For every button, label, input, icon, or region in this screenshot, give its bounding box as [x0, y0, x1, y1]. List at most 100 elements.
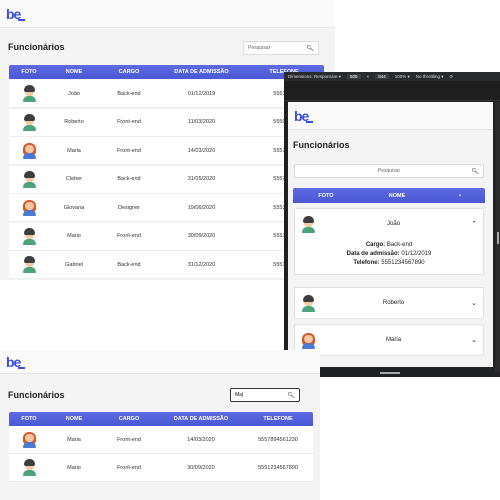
resize-handle-side[interactable] — [497, 232, 499, 244]
table-row[interactable]: JoãoBack-end01/12/20195551234 — [9, 80, 324, 108]
rotate-icon[interactable]: ⟳ — [450, 74, 454, 80]
header-bar: be — [0, 0, 335, 28]
search-value: Ma| — [235, 392, 244, 398]
search-icon: 🔍︎ — [306, 45, 314, 52]
foto-cell — [9, 256, 49, 273]
table-row[interactable]: Maria Front-end 14/03/2020 5557894561230 — [9, 426, 313, 454]
col-header-telefone: TELEFONE — [263, 416, 293, 422]
height-input[interactable]: 844 — [375, 74, 389, 79]
col-header-data: DATA DE ADMISSÃO — [173, 416, 229, 422]
data-cell: 01/12/2019 — [187, 90, 216, 97]
foto-cell — [9, 85, 49, 102]
devtools-responsive-panel: Dimensions: Responsive ▾ 505 × 844 100% … — [284, 72, 500, 377]
chevron-down-icon[interactable]: ⌄ — [471, 299, 477, 307]
cargo-cell: Designer — [117, 204, 140, 211]
cargo-value: Back-end — [386, 242, 413, 248]
table-row[interactable]: Mario Front-end 30/09/2020 5551234567890 — [9, 454, 313, 482]
col-header-cargo: CARGO — [118, 69, 140, 75]
col-header-nome: NOME — [388, 192, 406, 199]
cargo-cell: Back-end — [117, 176, 141, 182]
col-header-data: DATA DE ADMISSÃO — [174, 69, 229, 75]
col-header-foto: FOTO — [318, 192, 334, 199]
cargo-cell: Front-end — [117, 464, 141, 471]
nome-cell: Giovana — [63, 204, 85, 211]
telefone-value: 5551234567890 — [381, 260, 425, 266]
table-row[interactable]: MarioFront-end30/09/20205551234 — [9, 222, 324, 251]
col-header-nome: NOME — [65, 416, 83, 422]
employee-name: João — [387, 221, 401, 227]
table-header: FOTO NOME CARGO DATA DE ADMISSÃO TELEFON… — [9, 65, 324, 79]
nome-cell: Cleber — [65, 176, 83, 182]
search-input[interactable]: Ma| 🔍︎ — [230, 388, 300, 402]
avatar — [301, 332, 316, 349]
dimension-x: × — [366, 74, 370, 79]
employee-card[interactable]: Maria ⌄ — [294, 324, 484, 356]
foto-cell — [9, 113, 49, 131]
data-cell: 30/09/2020 — [187, 464, 215, 471]
nome-cell: Mario — [67, 233, 81, 239]
resize-handle-bottom[interactable] — [380, 372, 400, 374]
cargo-cell: Back-end — [117, 90, 141, 97]
avatar — [301, 294, 316, 312]
width-input[interactable]: 505 — [347, 74, 361, 79]
cargo-cell: Front-end — [117, 233, 141, 239]
nome-cell: Gabriel — [65, 261, 83, 268]
foto-cell — [9, 199, 49, 216]
telefone-cell: 5557894561230 — [258, 436, 298, 443]
data-cell: 31/05/2020 — [187, 176, 216, 182]
telefone-label: Telefone: — [353, 260, 380, 266]
card-header[interactable]: Roberto ⌄ — [295, 288, 483, 318]
avatar — [22, 113, 37, 131]
employee-card-expanded[interactable]: João ⌃ Cargo: Back-end Data de admissão:… — [294, 208, 484, 275]
data-cell: 31/12/2020 — [187, 261, 216, 268]
table-header: FOTO NOME • — [293, 188, 485, 203]
col-header-cargo: CARGO — [118, 416, 140, 422]
col-header-foto: FOTO — [21, 69, 37, 75]
table-header: FOTO NOME CARGO DATA DE ADMISSÃO TELEFON… — [9, 412, 313, 426]
card-header[interactable]: Maria ⌄ — [295, 325, 483, 355]
brand-logo[interactable]: be — [294, 108, 314, 124]
header-bar: be — [288, 102, 493, 130]
nome-cell: Maria — [67, 147, 81, 154]
media-query-ruler — [284, 81, 500, 101]
brand-logo[interactable]: be — [6, 6, 26, 22]
search-input[interactable]: Pesquisar 🔍︎ — [243, 41, 319, 55]
data-cell: 11/03/2020 — [187, 119, 216, 125]
avatar — [22, 256, 37, 273]
table-row[interactable]: RobertoFront-end11/03/20205550032 — [9, 108, 324, 137]
table-row[interactable]: MariaFront-end14/03/20205557894 — [9, 137, 324, 165]
avatar — [301, 215, 316, 233]
chevron-down-icon[interactable]: ⌄ — [471, 336, 477, 344]
foto-cell — [9, 170, 49, 188]
data-cell: 14/03/2020 — [187, 436, 215, 443]
avatar — [22, 431, 37, 448]
cargo-cell: Front-end — [117, 147, 141, 154]
data-label: Data de admissão: — [346, 251, 400, 257]
throttle-select[interactable]: No throttling ▾ — [416, 74, 444, 80]
nome-cell: João — [68, 90, 80, 97]
zoom-select[interactable]: 100% ▾ — [395, 74, 410, 80]
nome-cell: Mario — [67, 464, 81, 471]
page-title: Funcionários — [8, 390, 65, 400]
avatar — [22, 142, 37, 159]
cargo-cell: Front-end — [117, 119, 141, 125]
brand-logo[interactable]: be — [6, 354, 26, 370]
card-header[interactable]: João ⌃ — [295, 209, 483, 239]
employee-name: Roberto — [382, 300, 405, 306]
device-select[interactable]: Dimensions: Responsive ▾ — [288, 74, 341, 80]
table-row[interactable]: GiovanaDesigner19/06/20205553698 — [9, 194, 324, 222]
chevron-up-icon[interactable]: ⌃ — [471, 220, 477, 228]
card-details: Cargo: Back-end Data de admissão: 01/12/… — [295, 239, 483, 274]
employee-card[interactable]: Roberto ⌄ — [294, 287, 484, 319]
table-row[interactable]: GabrielBack-end31/12/20205551234 — [9, 251, 324, 279]
avatar — [22, 199, 37, 216]
cargo-cell: Front-end — [117, 436, 141, 443]
col-header-dot: • — [459, 192, 461, 199]
avatar — [22, 227, 37, 245]
cargo-label: Cargo: — [365, 242, 386, 248]
employee-name: Maria — [386, 337, 402, 343]
search-input[interactable]: Pesquisar 🔍︎ — [294, 164, 484, 178]
avatar — [22, 459, 37, 476]
foto-cell — [9, 459, 49, 476]
table-row[interactable]: CleberBack-end31/05/20205557410 — [9, 165, 324, 194]
